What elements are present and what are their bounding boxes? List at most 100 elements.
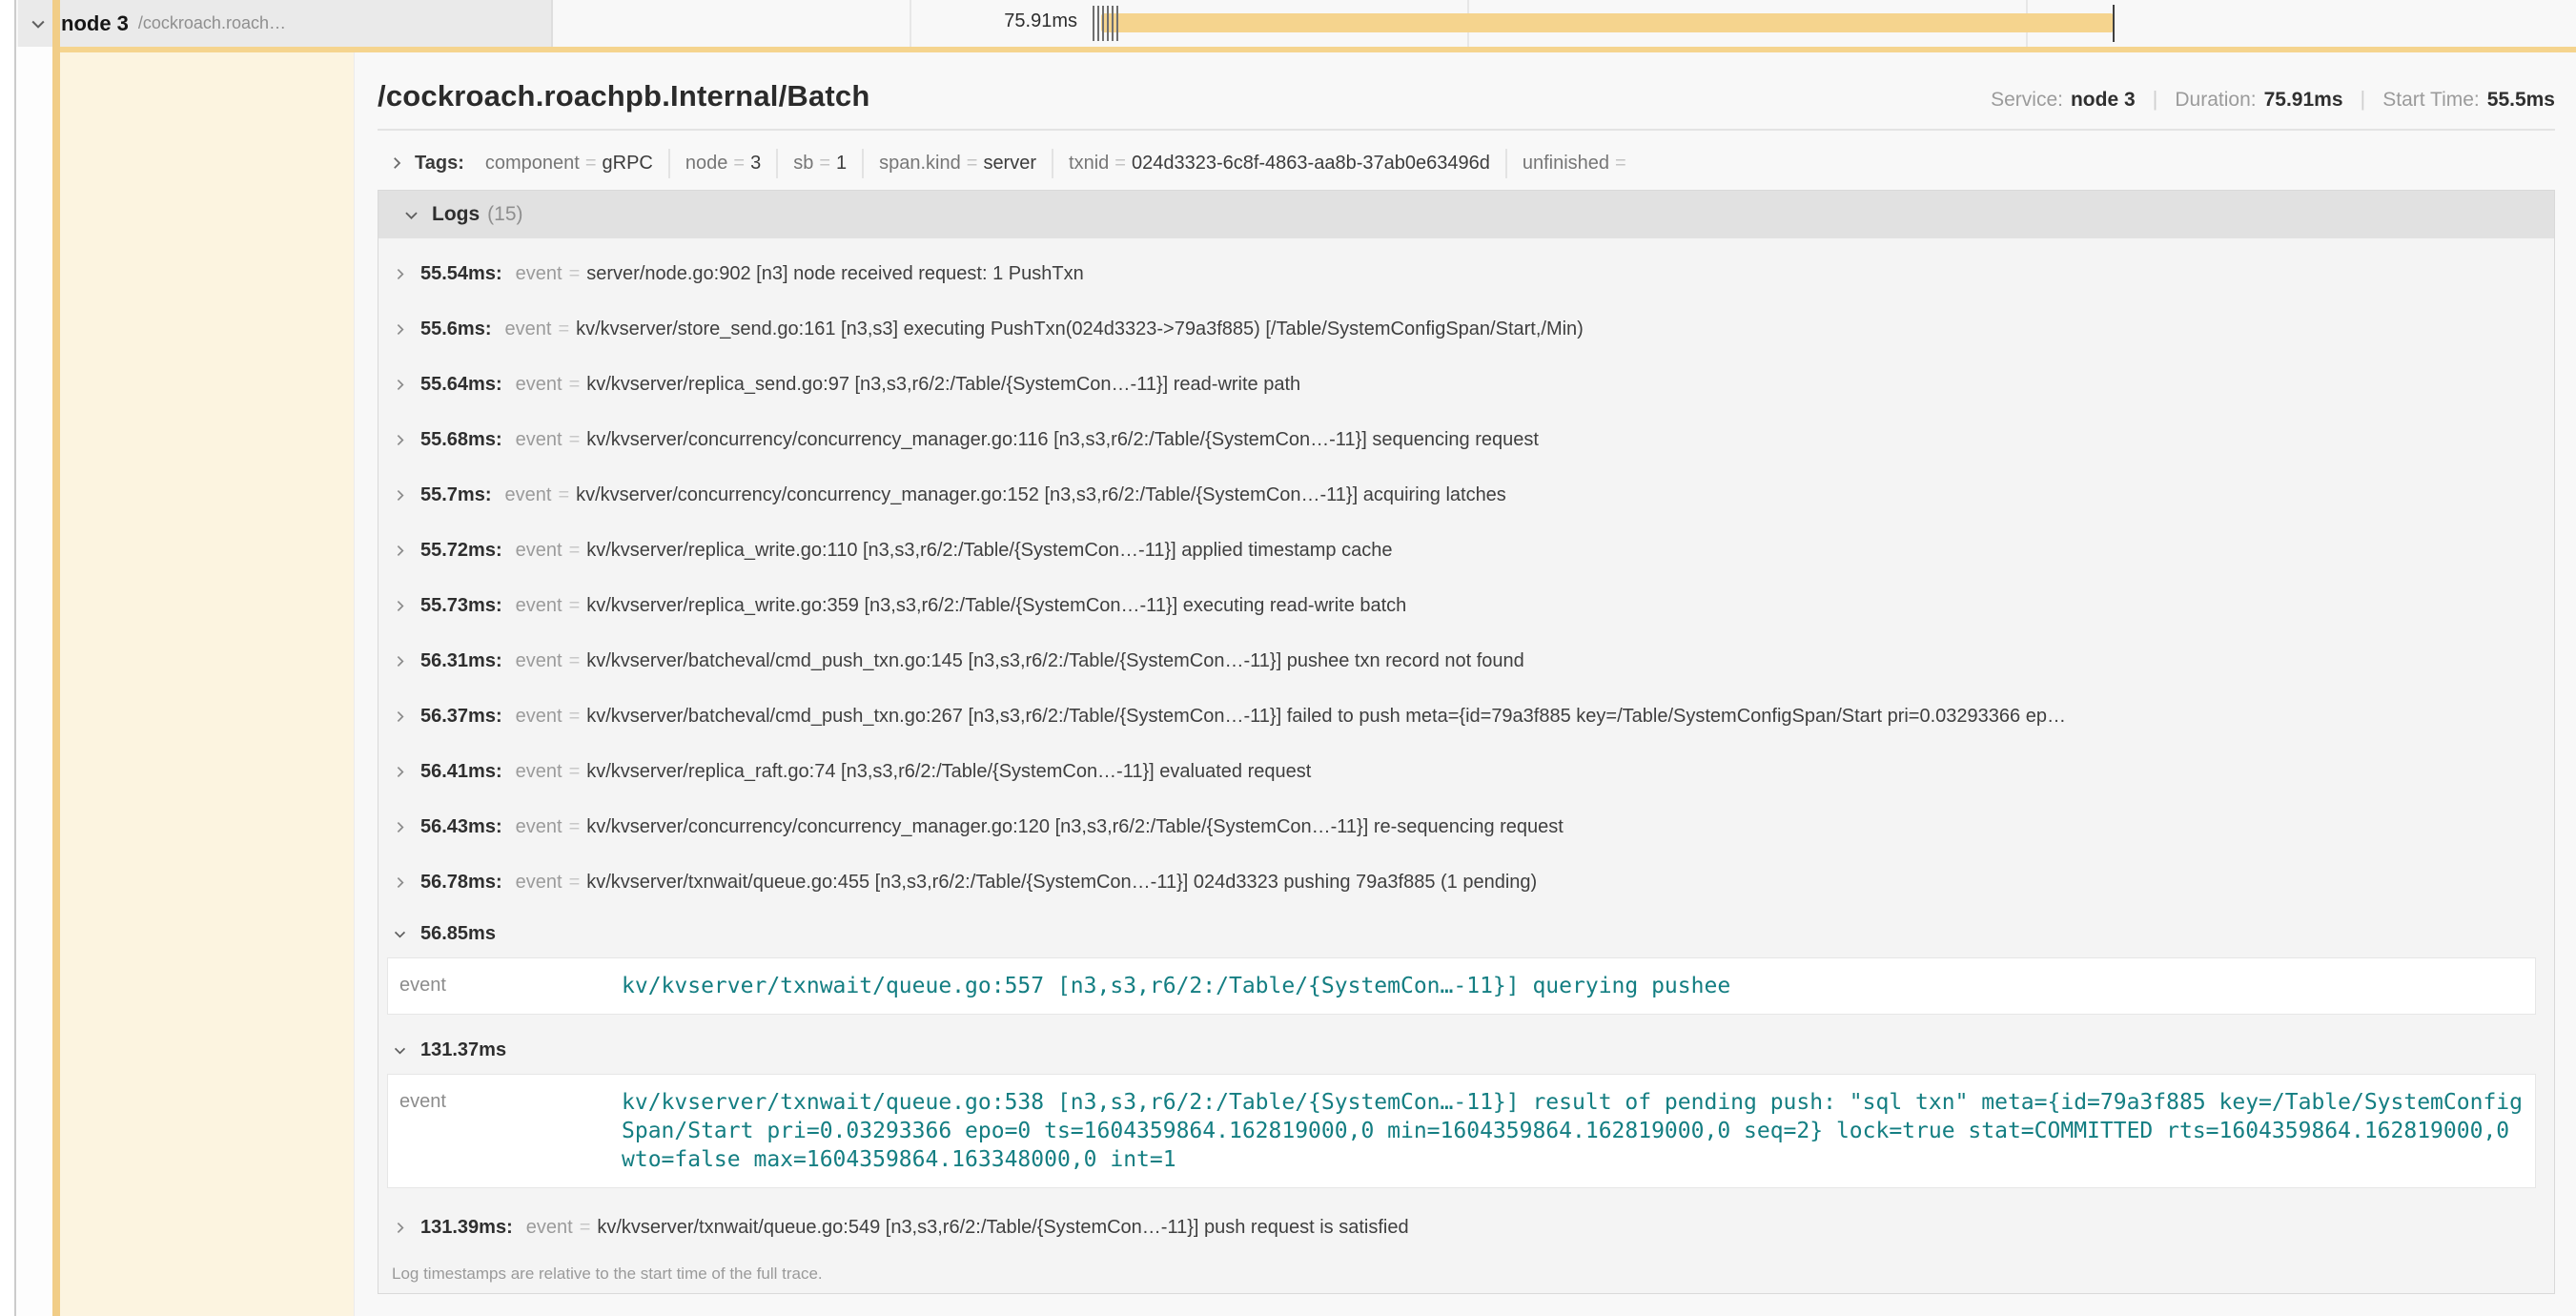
tags-list: component=gRPCnode=3sb=1span.kind=server…: [470, 149, 1647, 178]
log-timestamp: 55.73ms:: [420, 595, 502, 617]
meta-separator: |: [2153, 87, 2158, 112]
chevron-right-icon[interactable]: [392, 874, 420, 891]
tag-equals: =: [1615, 153, 1626, 174]
tag-value: server: [983, 153, 1036, 174]
log-row[interactable]: 55.68ms:event=kv/kvserver/concurrency/co…: [378, 412, 2554, 467]
log-row[interactable]: 55.73ms:event=kv/kvserver/replica_write.…: [378, 578, 2554, 633]
tag-equals: =: [585, 153, 597, 174]
chevron-right-icon[interactable]: [392, 598, 420, 614]
chevron-right-icon[interactable]: [392, 764, 420, 780]
span-service-name: node 3: [61, 11, 129, 36]
chevron-right-icon[interactable]: [392, 377, 420, 393]
tags-accordion[interactable]: Tags: component=gRPCnode=3sb=1span.kind=…: [378, 142, 2555, 184]
log-marker-tick: [1097, 6, 1099, 41]
tag-unfinished[interactable]: unfinished =: [1507, 149, 1647, 178]
chevron-right-icon[interactable]: [392, 819, 420, 835]
trace-view: 75.91ms node 3 /cockroach.roach… /cockro…: [0, 0, 2576, 1316]
chevron-right-icon[interactable]: [392, 487, 420, 504]
logs-title: Logs: [432, 203, 480, 226]
log-timestamp: 55.6ms:: [420, 319, 492, 340]
tags-label: Tags:: [415, 153, 464, 175]
log-row[interactable]: 55.7ms:event=kv/kvserver/concurrency/con…: [378, 467, 2554, 523]
tag-equals: =: [1114, 153, 1126, 174]
log-timestamp: 131.37ms: [420, 1039, 506, 1061]
log-marker-tick: [1093, 6, 1094, 41]
log-timestamp: 55.64ms:: [420, 374, 502, 396]
log-row[interactable]: 55.6ms:event=kv/kvserver/store_send.go:1…: [378, 301, 2554, 357]
tag-span.kind[interactable]: span.kind=server: [864, 149, 1053, 178]
start-time-label: Start Time:: [2382, 89, 2480, 112]
log-row[interactable]: 56.37ms:event=kv/kvserver/batcheval/cmd_…: [378, 689, 2554, 744]
log-field-key: event: [399, 972, 622, 1000]
log-field-key: event: [505, 319, 552, 340]
chevron-right-icon[interactable]: [392, 1220, 420, 1236]
tag-equals: =: [819, 153, 830, 174]
log-row[interactable]: 55.64ms:event=kv/kvserver/replica_send.g…: [378, 357, 2554, 412]
log-marker-tick: [1102, 6, 1104, 41]
chevron-down-icon[interactable]: [29, 14, 48, 33]
tag-txnid[interactable]: txnid= 024d3323-6c8f-4863-aa8b-37ab0e6349…: [1053, 149, 1507, 178]
logs-section: Logs (15) 55.54ms:event=server/node.go:9…: [378, 190, 2555, 1294]
logs-count: (15): [487, 203, 522, 226]
tag-key: unfinished: [1523, 153, 1609, 174]
log-field-key: event: [516, 706, 562, 728]
log-timestamp: 55.7ms:: [420, 484, 492, 506]
log-timestamp: 56.41ms:: [420, 761, 502, 783]
start-time-value: 55.5ms: [2487, 89, 2555, 112]
tag-value: 024d3323-6c8f-4863-aa8b-37ab0e63496d: [1132, 153, 1490, 174]
logs-accordion-header[interactable]: Logs (15): [378, 191, 2554, 238]
log-message: kv/kvserver/txnwait/queue.go:455 [n3,s3,…: [586, 872, 1537, 894]
log-message: kv/kvserver/concurrency/concurrency_mana…: [586, 429, 1539, 451]
log-field-key: event: [516, 595, 562, 617]
log-field-key: event: [399, 1088, 622, 1174]
log-row[interactable]: 56.41ms:event=kv/kvserver/replica_raft.g…: [378, 744, 2554, 799]
log-equals: =: [569, 540, 581, 562]
tag-key: txnid: [1069, 153, 1109, 174]
log-field-key: event: [516, 540, 562, 562]
log-timestamp: 56.78ms:: [420, 872, 502, 894]
log-row-expanded-header[interactable]: 131.37ms: [378, 1026, 2554, 1074]
chevron-right-icon[interactable]: [392, 543, 420, 559]
chevron-right-icon[interactable]: [392, 653, 420, 669]
log-timestamp: 56.85ms: [420, 923, 496, 945]
log-row[interactable]: 55.72ms:event=kv/kvserver/replica_write.…: [378, 523, 2554, 578]
log-detail-box: eventkv/kvserver/txnwait/queue.go:557 [n…: [387, 957, 2536, 1015]
log-equals: =: [569, 429, 581, 451]
span-bar[interactable]: [1101, 13, 2114, 32]
log-row-expanded-header[interactable]: 56.85ms: [378, 910, 2554, 957]
detail-header: /cockroach.roachpb.Internal/Batch Servic…: [378, 72, 2555, 113]
log-message: kv/kvserver/concurrency/concurrency_mana…: [586, 816, 1564, 838]
chevron-right-icon[interactable]: [392, 321, 420, 338]
log-row[interactable]: 56.78ms:event=kv/kvserver/txnwait/queue.…: [378, 854, 2554, 910]
log-field-value[interactable]: kv/kvserver/txnwait/queue.go:557 [n3,s3,…: [622, 972, 2524, 1000]
log-equals: =: [569, 650, 581, 672]
tag-sb[interactable]: sb=1: [778, 149, 864, 178]
chevron-right-icon[interactable]: [388, 154, 405, 172]
log-row[interactable]: 131.39ms:event=kv/kvserver/txnwait/queue…: [378, 1200, 2554, 1255]
tag-node[interactable]: node=3: [670, 149, 778, 178]
chevron-down-icon[interactable]: [402, 206, 420, 224]
span-name-cell[interactable]: node 3 /cockroach.roach…: [18, 0, 553, 47]
chevron-right-icon[interactable]: [392, 709, 420, 725]
log-row[interactable]: 55.54ms:event=server/node.go:902 [n3] no…: [378, 246, 2554, 301]
chevron-down-icon[interactable]: [392, 1042, 420, 1059]
duration-value: 75.91ms: [2264, 89, 2343, 112]
log-field-key: event: [516, 872, 562, 894]
log-marker-tick: [1112, 6, 1114, 41]
log-timestamp: 55.72ms:: [420, 540, 502, 562]
chevron-down-icon[interactable]: [392, 926, 420, 942]
tag-component[interactable]: component=gRPC: [470, 149, 670, 178]
log-field-key: event: [516, 650, 562, 672]
log-field-value[interactable]: kv/kvserver/txnwait/queue.go:538 [n3,s3,…: [622, 1088, 2524, 1174]
log-equals: =: [569, 263, 581, 285]
log-row[interactable]: 56.43ms:event=kv/kvserver/concurrency/co…: [378, 799, 2554, 854]
chevron-right-icon[interactable]: [392, 266, 420, 282]
log-field-key: event: [516, 263, 562, 285]
chevron-right-icon[interactable]: [392, 432, 420, 448]
duration-label: Duration:: [2175, 89, 2256, 112]
service-label: Service:: [1991, 89, 2063, 112]
log-row[interactable]: 56.31ms:event=kv/kvserver/batcheval/cmd_…: [378, 633, 2554, 689]
log-field-key: event: [516, 816, 562, 838]
tag-key: span.kind: [879, 153, 961, 174]
log-message: kv/kvserver/replica_send.go:97 [n3,s3,r6…: [586, 374, 1300, 396]
